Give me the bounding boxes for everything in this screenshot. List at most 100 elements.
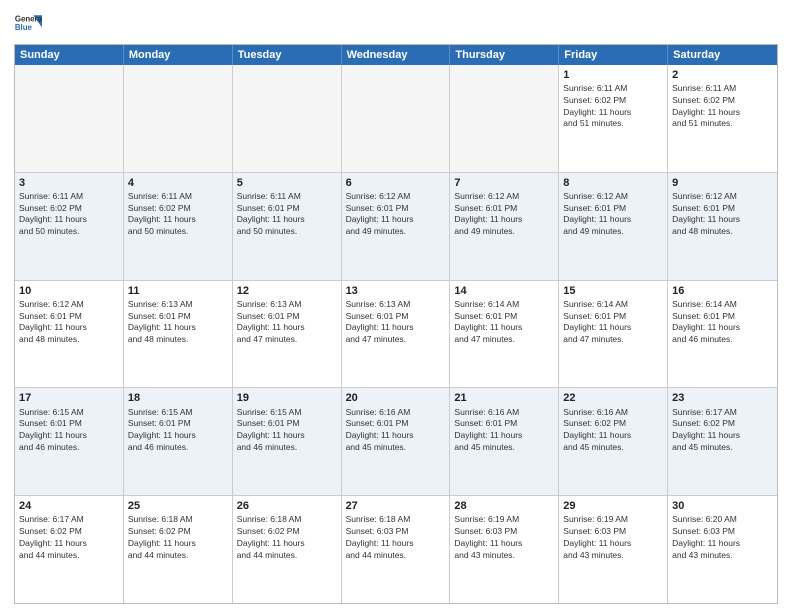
- day-info: Sunrise: 6:14 AM Sunset: 6:01 PM Dayligh…: [672, 299, 740, 344]
- day-info: Sunrise: 6:11 AM Sunset: 6:02 PM Dayligh…: [672, 83, 740, 128]
- day-info: Sunrise: 6:11 AM Sunset: 6:02 PM Dayligh…: [563, 83, 631, 128]
- calendar: SundayMondayTuesdayWednesdayThursdayFrid…: [14, 44, 778, 604]
- day-number: 9: [672, 176, 773, 190]
- header-day-saturday: Saturday: [668, 45, 777, 65]
- day-cell-8: 8Sunrise: 6:12 AM Sunset: 6:01 PM Daylig…: [559, 173, 668, 280]
- day-info: Sunrise: 6:19 AM Sunset: 6:03 PM Dayligh…: [563, 514, 631, 559]
- day-number: 24: [19, 499, 119, 513]
- day-info: Sunrise: 6:15 AM Sunset: 6:01 PM Dayligh…: [19, 407, 87, 452]
- day-number: 18: [128, 391, 228, 405]
- day-cell-7: 7Sunrise: 6:12 AM Sunset: 6:01 PM Daylig…: [450, 173, 559, 280]
- day-info: Sunrise: 6:14 AM Sunset: 6:01 PM Dayligh…: [454, 299, 522, 344]
- day-cell-25: 25Sunrise: 6:18 AM Sunset: 6:02 PM Dayli…: [124, 496, 233, 603]
- calendar-week-5: 24Sunrise: 6:17 AM Sunset: 6:02 PM Dayli…: [15, 496, 777, 603]
- logo: General Blue: [14, 10, 42, 38]
- day-info: Sunrise: 6:15 AM Sunset: 6:01 PM Dayligh…: [237, 407, 305, 452]
- day-number: 30: [672, 499, 773, 513]
- day-cell-4: 4Sunrise: 6:11 AM Sunset: 6:02 PM Daylig…: [124, 173, 233, 280]
- day-cell-20: 20 Sunrise: 6:16 AM Sunset: 6:01 PM Dayli…: [342, 388, 451, 495]
- day-info: Sunrise: 6:18 AM Sunset: 6:03 PM Dayligh…: [346, 514, 414, 559]
- header-day-thursday: Thursday: [450, 45, 559, 65]
- day-info: Sunrise: 6:11 AM Sunset: 6:01 PM Dayligh…: [237, 191, 305, 236]
- day-number: 3: [19, 176, 119, 190]
- day-cell-19: 19 Sunrise: 6:15 AM Sunset: 6:01 PM Dayli…: [233, 388, 342, 495]
- empty-cell: [124, 65, 233, 172]
- page: General Blue SundayMondayTuesdayWednesda…: [0, 0, 792, 612]
- day-number: 27: [346, 499, 446, 513]
- empty-cell: [450, 65, 559, 172]
- day-cell-27: 27Sunrise: 6:18 AM Sunset: 6:03 PM Dayli…: [342, 496, 451, 603]
- day-cell-1: 1Sunrise: 6:11 AM Sunset: 6:02 PM Daylig…: [559, 65, 668, 172]
- day-number: 17: [19, 391, 119, 405]
- logo-icon: General Blue: [14, 10, 42, 38]
- day-info: Sunrise: 6:17 AM Sunset: 6:02 PM Dayligh…: [672, 407, 740, 452]
- day-number: 19: [237, 391, 337, 405]
- day-cell-5: 5Sunrise: 6:11 AM Sunset: 6:01 PM Daylig…: [233, 173, 342, 280]
- day-number: 20: [346, 391, 446, 405]
- day-cell-15: 15Sunrise: 6:14 AM Sunset: 6:01 PM Dayli…: [559, 281, 668, 388]
- day-number: 23: [672, 391, 773, 405]
- day-number: 22: [563, 391, 663, 405]
- day-number: 25: [128, 499, 228, 513]
- day-number: 6: [346, 176, 446, 190]
- day-info: Sunrise: 6:18 AM Sunset: 6:02 PM Dayligh…: [237, 514, 305, 559]
- day-number: 4: [128, 176, 228, 190]
- day-cell-24: 24Sunrise: 6:17 AM Sunset: 6:02 PM Dayli…: [15, 496, 124, 603]
- day-info: Sunrise: 6:12 AM Sunset: 6:01 PM Dayligh…: [346, 191, 414, 236]
- calendar-week-3: 10Sunrise: 6:12 AM Sunset: 6:01 PM Dayli…: [15, 281, 777, 389]
- day-info: Sunrise: 6:12 AM Sunset: 6:01 PM Dayligh…: [19, 299, 87, 344]
- empty-cell: [15, 65, 124, 172]
- day-number: 21: [454, 391, 554, 405]
- day-info: Sunrise: 6:11 AM Sunset: 6:02 PM Dayligh…: [128, 191, 196, 236]
- day-cell-11: 11Sunrise: 6:13 AM Sunset: 6:01 PM Dayli…: [124, 281, 233, 388]
- empty-cell: [342, 65, 451, 172]
- day-number: 29: [563, 499, 663, 513]
- header-day-wednesday: Wednesday: [342, 45, 451, 65]
- day-info: Sunrise: 6:18 AM Sunset: 6:02 PM Dayligh…: [128, 514, 196, 559]
- calendar-week-1: 1Sunrise: 6:11 AM Sunset: 6:02 PM Daylig…: [15, 65, 777, 173]
- day-info: Sunrise: 6:11 AM Sunset: 6:02 PM Dayligh…: [19, 191, 87, 236]
- calendar-week-4: 17 Sunrise: 6:15 AM Sunset: 6:01 PM Dayli…: [15, 388, 777, 496]
- day-info: Sunrise: 6:14 AM Sunset: 6:01 PM Dayligh…: [563, 299, 631, 344]
- day-cell-13: 13Sunrise: 6:13 AM Sunset: 6:01 PM Dayli…: [342, 281, 451, 388]
- header-day-tuesday: Tuesday: [233, 45, 342, 65]
- day-number: 7: [454, 176, 554, 190]
- calendar-header: SundayMondayTuesdayWednesdayThursdayFrid…: [15, 45, 777, 65]
- day-info: Sunrise: 6:20 AM Sunset: 6:03 PM Dayligh…: [672, 514, 740, 559]
- day-cell-17: 17 Sunrise: 6:15 AM Sunset: 6:01 PM Dayli…: [15, 388, 124, 495]
- day-info: Sunrise: 6:12 AM Sunset: 6:01 PM Dayligh…: [672, 191, 740, 236]
- day-cell-6: 6Sunrise: 6:12 AM Sunset: 6:01 PM Daylig…: [342, 173, 451, 280]
- day-cell-23: 23 Sunrise: 6:17 AM Sunset: 6:02 PM Dayli…: [668, 388, 777, 495]
- header-day-friday: Friday: [559, 45, 668, 65]
- svg-text:Blue: Blue: [15, 23, 33, 32]
- header-day-monday: Monday: [124, 45, 233, 65]
- day-number: 1: [563, 68, 663, 82]
- day-info: Sunrise: 6:19 AM Sunset: 6:03 PM Dayligh…: [454, 514, 522, 559]
- empty-cell: [233, 65, 342, 172]
- day-cell-26: 26Sunrise: 6:18 AM Sunset: 6:02 PM Dayli…: [233, 496, 342, 603]
- day-info: Sunrise: 6:17 AM Sunset: 6:02 PM Dayligh…: [19, 514, 87, 559]
- day-info: Sunrise: 6:12 AM Sunset: 6:01 PM Dayligh…: [454, 191, 522, 236]
- day-cell-16: 16Sunrise: 6:14 AM Sunset: 6:01 PM Dayli…: [668, 281, 777, 388]
- header-day-sunday: Sunday: [15, 45, 124, 65]
- day-cell-28: 28Sunrise: 6:19 AM Sunset: 6:03 PM Dayli…: [450, 496, 559, 603]
- day-number: 2: [672, 68, 773, 82]
- day-number: 14: [454, 284, 554, 298]
- day-number: 28: [454, 499, 554, 513]
- day-info: Sunrise: 6:16 AM Sunset: 6:01 PM Dayligh…: [346, 407, 414, 452]
- day-cell-29: 29Sunrise: 6:19 AM Sunset: 6:03 PM Dayli…: [559, 496, 668, 603]
- day-number: 16: [672, 284, 773, 298]
- day-number: 8: [563, 176, 663, 190]
- calendar-week-2: 3Sunrise: 6:11 AM Sunset: 6:02 PM Daylig…: [15, 173, 777, 281]
- day-number: 13: [346, 284, 446, 298]
- day-number: 12: [237, 284, 337, 298]
- day-info: Sunrise: 6:13 AM Sunset: 6:01 PM Dayligh…: [237, 299, 305, 344]
- day-info: Sunrise: 6:16 AM Sunset: 6:01 PM Dayligh…: [454, 407, 522, 452]
- day-number: 26: [237, 499, 337, 513]
- day-number: 11: [128, 284, 228, 298]
- day-number: 10: [19, 284, 119, 298]
- day-cell-12: 12Sunrise: 6:13 AM Sunset: 6:01 PM Dayli…: [233, 281, 342, 388]
- day-cell-14: 14Sunrise: 6:14 AM Sunset: 6:01 PM Dayli…: [450, 281, 559, 388]
- day-cell-21: 21 Sunrise: 6:16 AM Sunset: 6:01 PM Dayli…: [450, 388, 559, 495]
- day-info: Sunrise: 6:13 AM Sunset: 6:01 PM Dayligh…: [346, 299, 414, 344]
